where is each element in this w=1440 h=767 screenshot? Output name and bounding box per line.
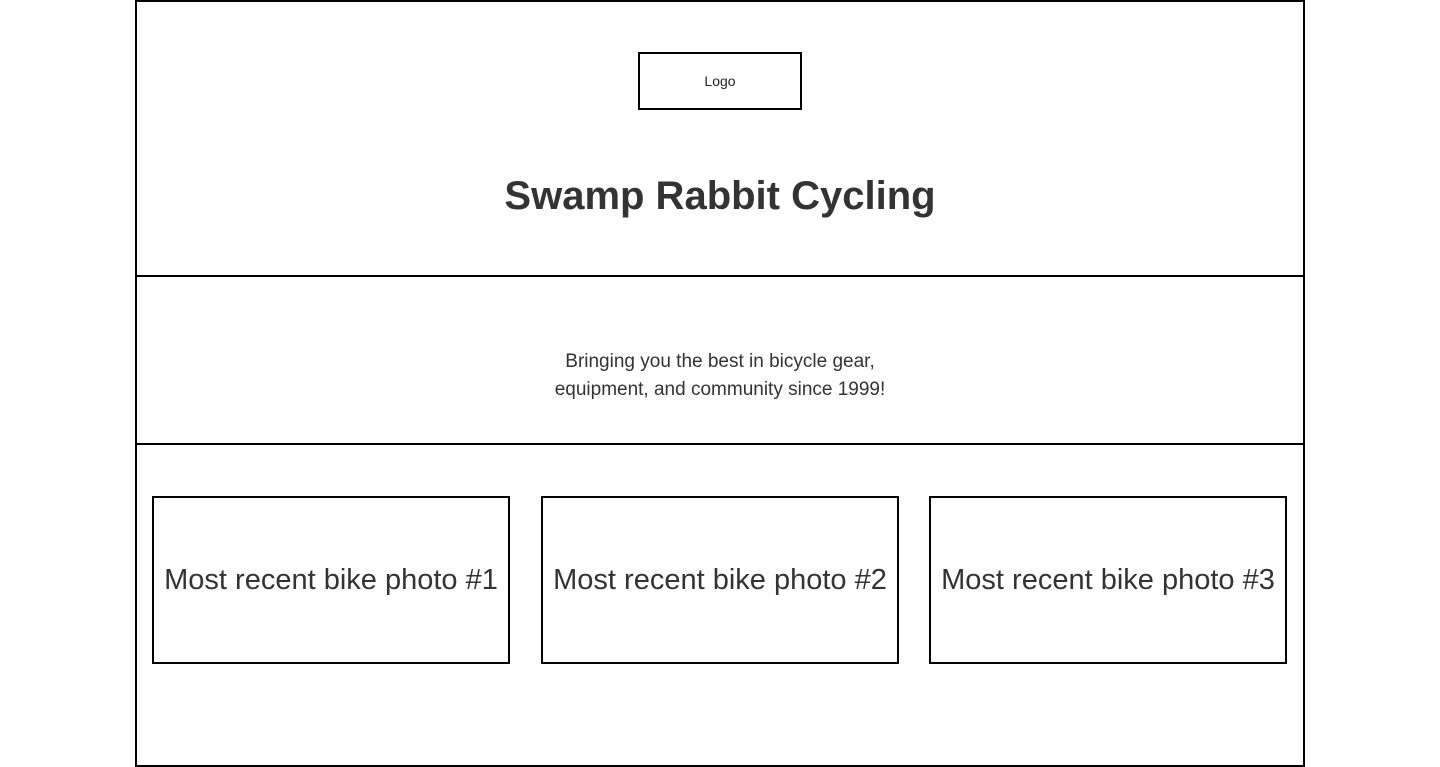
tagline: Bringing you the best in bicycle gear, e… <box>137 348 1303 404</box>
photo-card-label: Most recent bike photo #2 <box>553 564 887 596</box>
page-container: Logo Swamp Rabbit Cycling Bringing you t… <box>135 0 1305 767</box>
logo-label: Logo <box>704 73 736 89</box>
tagline-line-1: Bringing you the best in bicycle gear, <box>565 351 875 372</box>
photo-card-3[interactable]: Most recent bike photo #3 <box>929 496 1287 664</box>
photo-card-2[interactable]: Most recent bike photo #2 <box>541 496 899 664</box>
photo-card-label: Most recent bike photo #3 <box>941 564 1275 596</box>
photo-card-1[interactable]: Most recent bike photo #1 <box>152 496 510 664</box>
site-header: Logo Swamp Rabbit Cycling <box>137 2 1303 277</box>
recent-photos-section: Most recent bike photo #1 Most recent bi… <box>137 445 1303 767</box>
tagline-section: Bringing you the best in bicycle gear, e… <box>137 277 1303 445</box>
site-title: Swamp Rabbit Cycling <box>504 174 936 218</box>
tagline-line-2: equipment, and community since 1999! <box>554 379 886 400</box>
photo-card-label: Most recent bike photo #1 <box>164 564 498 596</box>
logo-placeholder[interactable]: Logo <box>638 52 802 110</box>
